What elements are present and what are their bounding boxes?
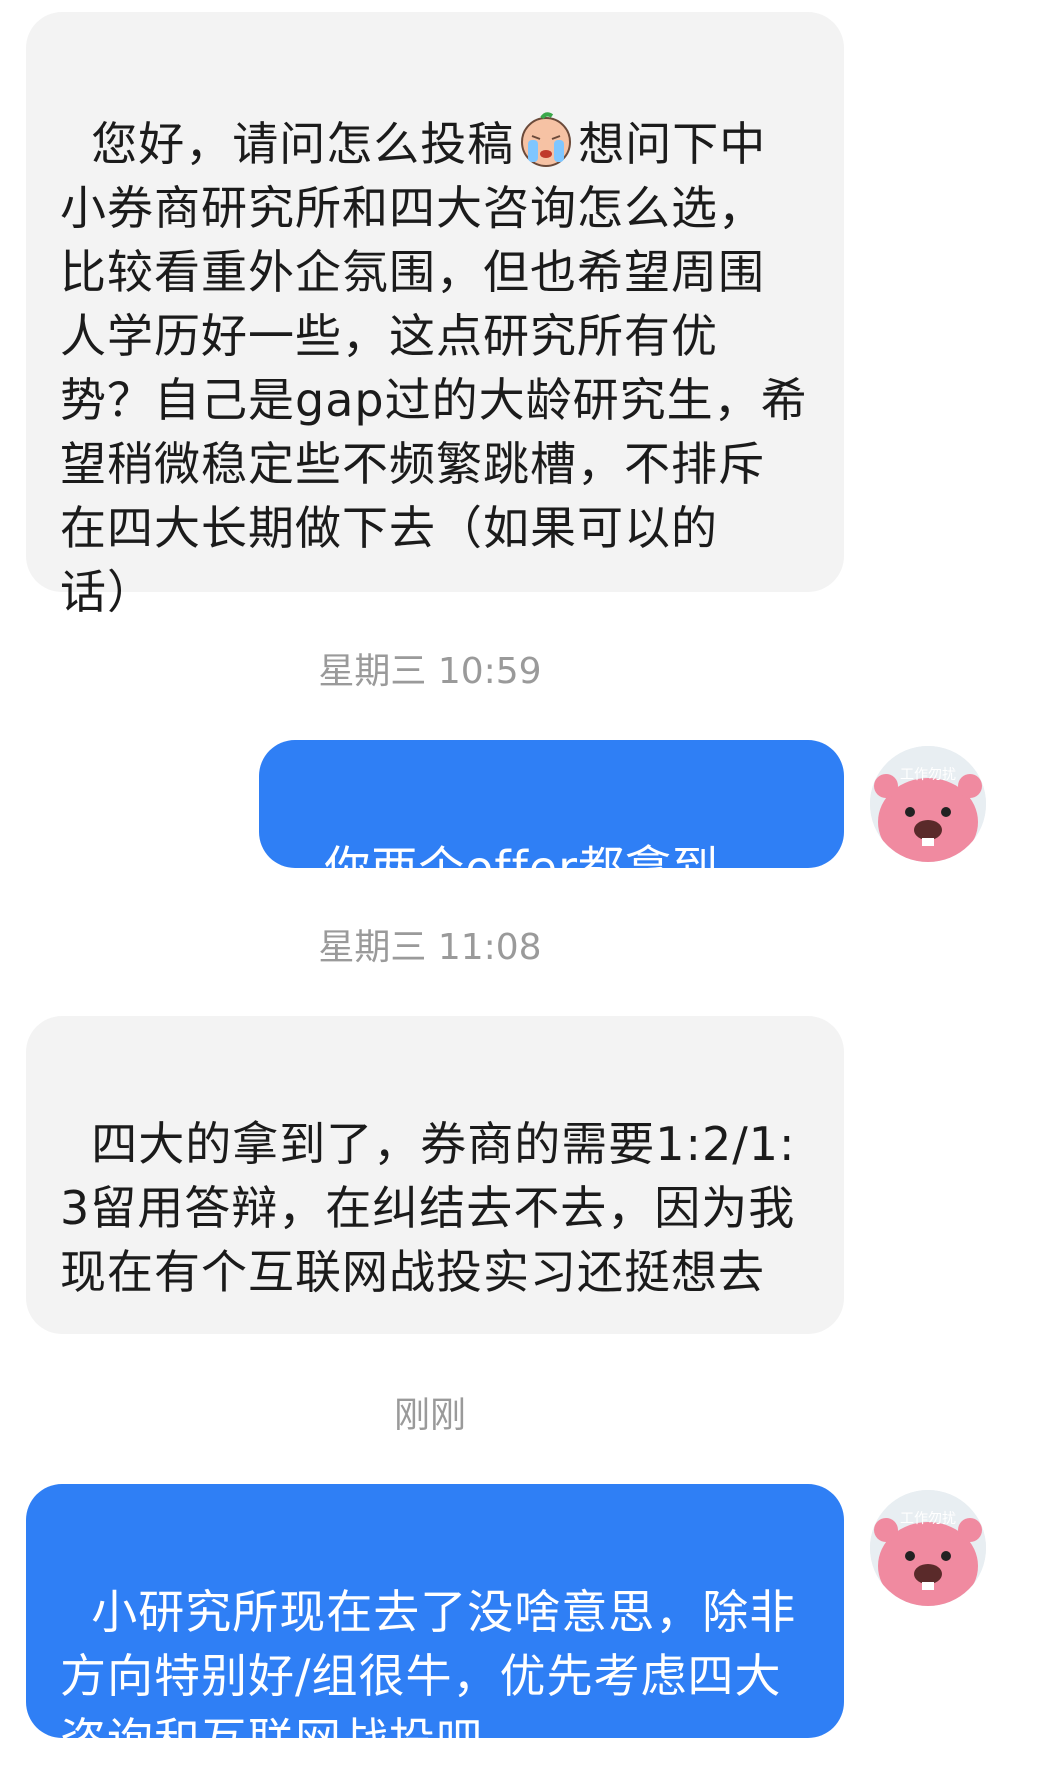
outgoing-message-bubble[interactable]: 小研究所现在去了没啥意思，除非方向特别好/组很牛，优先考虑四大咨询和互联网战投吧 xyxy=(26,1484,844,1767)
timestamp: 星期三 10:59 xyxy=(318,651,542,692)
timestamp: 星期三 11:08 xyxy=(318,927,542,968)
outgoing-message-bubble[interactable]: 你两个offer都拿到了？ xyxy=(259,740,844,959)
user-avatar[interactable]: 工作勿扰 xyxy=(870,746,986,862)
crying-face-emoji-icon xyxy=(516,110,576,170)
message-text: 小研究所现在去了没啥意思，除非方向特别好/组很牛，优先考虑四大咨询和互联网战投吧 xyxy=(60,1585,797,1767)
avatar-badge-text: 工作勿扰 xyxy=(900,1511,956,1527)
avatar-badge-text: 工作勿扰 xyxy=(900,767,956,783)
message-text-continued: 想问下中小券商研究所和四大咨询怎么选，比较看重外企氛围，但也希望周围人学历好一些… xyxy=(60,117,808,619)
incoming-message-bubble[interactable]: 四大的拿到了，券商的需要1:2/1:3留用答辩，在纠结去不去，因为我现在有个互联… xyxy=(26,1016,844,1334)
message-text: 您好，请问怎么投稿 xyxy=(91,117,515,171)
user-avatar[interactable]: 工作勿扰 xyxy=(870,1490,986,1606)
timestamp: 刚刚 xyxy=(393,1395,466,1436)
message-text: 四大的拿到了，券商的需要1:2/1:3留用答辩，在纠结去不去，因为我现在有个互联… xyxy=(60,1117,796,1299)
incoming-message-bubble[interactable]: 您好，请问怎么投稿 想问下中小券商研究所和四大咨询怎么选，比较看重外企氛围，但也希… xyxy=(26,12,844,619)
